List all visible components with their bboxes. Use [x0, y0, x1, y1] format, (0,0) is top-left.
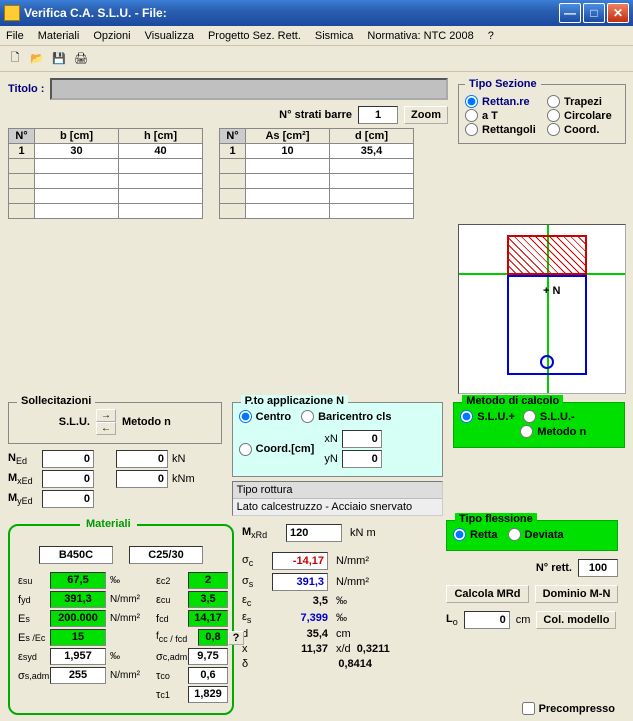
- menu-progetto[interactable]: Progetto Sez. Rett.: [208, 30, 301, 42]
- col-d: d [cm]: [330, 129, 414, 144]
- compression-zone: [507, 235, 587, 275]
- Lo-input[interactable]: [464, 611, 510, 629]
- tipo-sezione-legend: Tipo Sezione: [465, 78, 541, 90]
- NEd-input[interactable]: [42, 450, 94, 468]
- radio-slu-minus[interactable]: [523, 410, 536, 423]
- fyd-value[interactable]: 391,3: [50, 591, 106, 608]
- results-panel: MxRd kN m σcN/mm² σsN/mm² εc3,5‰ εs7,399…: [242, 520, 438, 715]
- sollecitazioni-legend: Sollecitazioni: [17, 395, 95, 407]
- titlebar: Verifica C.A. S.L.U. - File: ― □ ✕: [0, 0, 633, 26]
- concrete-combo[interactable]: [129, 546, 203, 564]
- section-table[interactable]: N° b [cm] h [cm] 1 30 40: [8, 128, 203, 219]
- metodon-label: Metodo n: [122, 416, 171, 428]
- radio-rettangoli[interactable]: [465, 123, 478, 136]
- radio-centro[interactable]: [239, 410, 252, 423]
- zoom-button[interactable]: Zoom: [404, 106, 448, 124]
- menu-file[interactable]: File: [6, 30, 24, 42]
- punto-applicazione-group: P.to applicazione N Centro Baricentro cl…: [232, 402, 444, 477]
- tc1-value[interactable]: 1,829: [188, 686, 228, 703]
- window-title: Verifica C.A. S.L.U. - File:: [24, 6, 557, 20]
- open-icon[interactable]: 📂: [28, 50, 46, 68]
- ecu-value[interactable]: 3,5: [188, 591, 228, 608]
- col-b: b [cm]: [35, 129, 119, 144]
- n-marker: + N: [543, 285, 560, 297]
- dominio-button[interactable]: Dominio M-N: [535, 585, 618, 603]
- tco-value[interactable]: 0,6: [188, 667, 228, 684]
- xN-input[interactable]: [342, 430, 382, 448]
- menu-materiali[interactable]: Materiali: [38, 30, 80, 42]
- sollecitazioni-group: Sollecitazioni S.L.U. → ← Metodo n: [8, 402, 222, 444]
- radio-slu-plus[interactable]: [460, 410, 473, 423]
- tipo-sezione-group: Tipo Sezione Rettan.re a T Rettangoli Tr…: [458, 78, 626, 144]
- radio-deviata[interactable]: [508, 528, 521, 541]
- close-button[interactable]: ✕: [607, 3, 629, 23]
- radio-retta[interactable]: [453, 528, 466, 541]
- strati-input[interactable]: [358, 106, 398, 124]
- esu-value[interactable]: 67,5: [50, 572, 106, 589]
- menu-opzioni[interactable]: Opzioni: [93, 30, 130, 42]
- help-button[interactable]: ?: [228, 631, 244, 645]
- nrett-label: N° rett.: [536, 562, 572, 574]
- scadm-value[interactable]: 9,75: [188, 648, 228, 665]
- radio-aT[interactable]: [465, 109, 478, 122]
- maximize-button[interactable]: □: [583, 3, 605, 23]
- radio-baricentro[interactable]: [301, 410, 314, 423]
- radio-coord-cm[interactable]: [239, 443, 252, 456]
- radio-rettanre[interactable]: [465, 95, 478, 108]
- bars-table[interactable]: N° As [cm²] d [cm] 1 10 35,4: [219, 128, 414, 219]
- titolo-input[interactable]: [50, 78, 448, 100]
- minimize-button[interactable]: ―: [559, 3, 581, 23]
- col-n2: N°: [220, 129, 246, 144]
- ec2-value[interactable]: 2: [188, 572, 228, 589]
- fccfcd-value[interactable]: 0,8: [198, 629, 228, 646]
- fcd-value[interactable]: 14,17: [188, 610, 228, 627]
- yN-input[interactable]: [342, 450, 382, 468]
- arrow-right-button[interactable]: →: [96, 409, 116, 422]
- menu-help[interactable]: ?: [488, 30, 494, 42]
- slu-label: S.L.U.: [59, 416, 90, 428]
- N2-input[interactable]: [116, 450, 168, 468]
- calcola-button[interactable]: Calcola MRd: [446, 585, 529, 603]
- col-n: N°: [9, 129, 35, 144]
- steel-combo[interactable]: [39, 546, 113, 564]
- ss-output: [272, 573, 328, 591]
- toolbar: 🗋 📂 💾 🖨: [0, 46, 633, 72]
- menu-normativa[interactable]: Normativa: NTC 2008: [367, 30, 473, 42]
- M2-input[interactable]: [116, 470, 168, 488]
- precompresso-check[interactable]: Precompresso: [522, 702, 615, 715]
- col-h: h [cm]: [119, 129, 203, 144]
- EsEc-value[interactable]: 15: [50, 629, 106, 646]
- radio-metodon[interactable]: [520, 425, 533, 438]
- app-icon: [4, 5, 20, 21]
- materiali-group: Materiali εsu67,5‰ fyd391,3N/mm² Es200.0…: [8, 524, 234, 715]
- tipo-flessione-group: Tipo flessione Retta Deviata: [446, 520, 618, 551]
- menu-sismica[interactable]: Sismica: [315, 30, 354, 42]
- section-canvas: + N: [458, 224, 626, 394]
- save-icon[interactable]: 💾: [50, 50, 68, 68]
- MxRd-output: [286, 524, 342, 542]
- strati-label: N° strati barre: [279, 109, 352, 121]
- MxEd-input[interactable]: [42, 470, 94, 488]
- colmodello-button[interactable]: Col. modello: [536, 611, 616, 629]
- print-icon[interactable]: 🖨: [72, 50, 90, 68]
- sadm-value[interactable]: 255: [50, 667, 106, 684]
- radio-circolare[interactable]: [547, 109, 560, 122]
- tipo-rottura-box: Tipo rottura Lato calcestruzzo - Acciaio…: [232, 481, 444, 516]
- new-icon[interactable]: 🗋: [6, 50, 24, 68]
- nrett-input[interactable]: [578, 559, 618, 577]
- esyd-value[interactable]: 1,957: [50, 648, 106, 665]
- radio-coord[interactable]: [547, 123, 560, 136]
- titolo-label: Titolo :: [8, 83, 44, 95]
- precompresso-checkbox[interactable]: [522, 702, 535, 715]
- menu-visualizza[interactable]: Visualizza: [145, 30, 194, 42]
- MyEd-input[interactable]: [42, 490, 94, 508]
- menubar: File Materiali Opzioni Visualizza Proget…: [0, 26, 633, 46]
- arrow-left-button[interactable]: ←: [96, 422, 116, 435]
- Es-value[interactable]: 200.000: [50, 610, 106, 627]
- rebar-icon: [540, 355, 554, 369]
- col-as: As [cm²]: [246, 129, 330, 144]
- sc-output: [272, 552, 328, 570]
- radio-trapezi[interactable]: [547, 95, 560, 108]
- metodo-calcolo-group: Metodo di calcolo S.L.U.+ S.L.U.- Metodo…: [453, 402, 625, 448]
